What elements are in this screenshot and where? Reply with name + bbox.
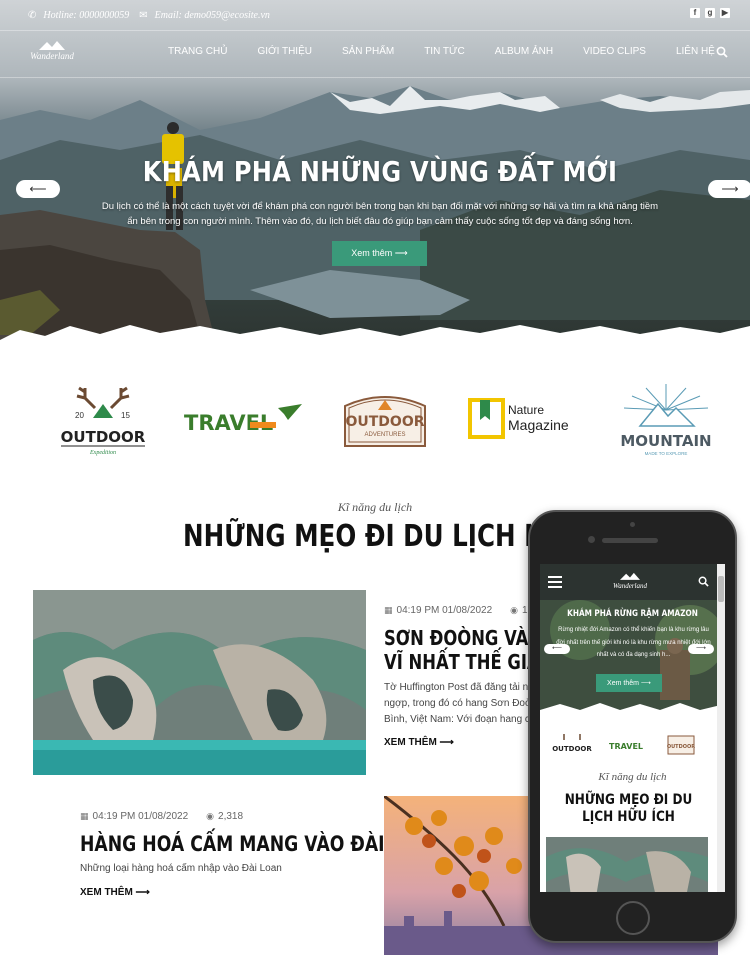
phone-home-button xyxy=(616,901,650,935)
brand-nature-text: Nature xyxy=(508,403,544,417)
brand-mountain[interactable]: MOUNTAIN MADE TO EXPLORE xyxy=(612,380,720,458)
arrow-right-icon: ⟶ xyxy=(721,182,739,196)
brand-logos: 20 15 OUTDOOR Expedition TRAVEL OUTDOOR … xyxy=(0,380,750,460)
brand-mountain-text: MOUNTAIN xyxy=(620,432,711,450)
mobile-brand-outdoor[interactable]: OUTDOOR xyxy=(552,745,592,753)
nav-news[interactable]: TIN TỨC xyxy=(424,46,465,57)
mobile-section-title: NHỮNG MẸO ĐI DU LỊCH HỮU ÍCH xyxy=(564,792,693,825)
brand-outdoor2-sub: ADVENTURES xyxy=(364,432,405,438)
brand-mountain-sub: MADE TO EXPLORE xyxy=(645,451,688,456)
hero-more-button[interactable]: Xem thêm ⟶ xyxy=(332,241,427,266)
brand-nature-magazine[interactable]: Nature Magazine xyxy=(468,380,584,458)
brand-outdoor-sub: Expedition xyxy=(89,450,116,456)
social-links: f g ▶ xyxy=(690,8,730,18)
nav-album[interactable]: ALBUM ẢNH xyxy=(495,46,553,57)
brand-outdoor-expedition[interactable]: 20 15 OUTDOOR Expedition xyxy=(55,380,151,458)
youtube-icon[interactable]: ▶ xyxy=(720,8,730,18)
brand-outdoor-text: OUTDOOR xyxy=(61,428,146,446)
eye-icon: ◉ xyxy=(510,605,519,616)
divider xyxy=(0,77,750,78)
mobile-search-icon[interactable] xyxy=(698,576,709,587)
top-bar: ✆ Hotline: 0000000059 ✉ Email: demo059@eco… xyxy=(0,0,750,30)
phone-icon: ✆ xyxy=(28,9,37,21)
arrow-left-icon: ⟵ xyxy=(551,645,563,652)
mobile-brand-travel[interactable]: TRAVEL xyxy=(609,742,643,751)
email[interactable]: ✉ Email: demo059@ecosite.vn xyxy=(139,10,270,21)
post-1-meta: ▦ 04:19 PM 01/08/2022 ◉ 1,139 xyxy=(384,605,547,616)
mobile-section-kicker: Kĩ năng du lịch xyxy=(598,771,667,783)
brand-outdoor-adventures[interactable]: OUTDOOR ADVENTURES xyxy=(342,380,428,458)
mobile-marble-cave-image xyxy=(546,837,708,892)
logo-mountain-icon xyxy=(39,41,65,50)
slider-next-button[interactable]: ⟶ xyxy=(708,180,750,198)
post-2-read-more[interactable]: XEM THÊM ⟶ xyxy=(80,887,150,898)
mail-icon: ✉ xyxy=(139,9,148,21)
hero-description: Du lịch có thể là một cách tuyệt vời để … xyxy=(101,201,659,227)
phone-sensor xyxy=(630,522,635,527)
arrow-left-icon: ⟵ xyxy=(29,182,47,196)
hero-title: KHÁM PHÁ NHỮNG VÙNG ĐẤT MỚI xyxy=(142,155,618,188)
facebook-icon[interactable]: f xyxy=(690,8,700,18)
phone-screen: Wanderland KHÁM PHÁ RỪNG RẬM AMAZON Rừng… xyxy=(540,564,725,892)
mobile-header: Wanderland xyxy=(540,564,725,600)
brand-travel[interactable]: TRAVEL xyxy=(184,380,304,458)
logo-mountain-icon xyxy=(620,572,640,580)
page: ✆ Hotline: 0000000059 ✉ Email: demo059@eco… xyxy=(0,0,750,955)
nav-home[interactable]: TRANG CHỦ xyxy=(168,46,227,57)
nav-products[interactable]: SẢN PHẨM xyxy=(342,46,394,57)
site-logo[interactable]: Wanderland xyxy=(28,40,76,66)
nav-about[interactable]: GIỚI THIỆU xyxy=(257,46,312,57)
mobile-hero-button[interactable]: Xem thêm ⟶ xyxy=(596,674,662,692)
divider xyxy=(0,30,750,31)
post-1-excerpt: Tờ Huffington Post đã đăng tải những ngợ… xyxy=(384,682,544,725)
hotline[interactable]: ✆ Hotline: 0000000059 xyxy=(28,10,129,21)
mobile-logo[interactable]: Wanderland xyxy=(608,572,652,590)
calendar-icon: ▦ xyxy=(384,605,393,616)
main-nav: TRANG CHỦ GIỚI THIỆU SẢN PHẨM TIN TỨC AL… xyxy=(168,46,745,57)
post-1-read-more[interactable]: XEM THÊM ⟶ xyxy=(384,737,454,748)
phone-speaker xyxy=(602,538,658,543)
phone-mockup: Wanderland KHÁM PHÁ RỪNG RẬM AMAZON Rừng… xyxy=(528,510,737,943)
marble-cave-image xyxy=(33,590,366,775)
mobile-brand-logos: OUTDOOR TRAVEL OUTDOOR xyxy=(552,734,695,755)
mobile-scrollbar[interactable] xyxy=(717,564,725,892)
arrow-right-icon: ⟶ xyxy=(695,645,707,652)
brand-magazine-text: Magazine xyxy=(508,417,569,433)
google-plus-icon[interactable]: g xyxy=(705,8,715,18)
nav-contact[interactable]: LIÊN HỆ xyxy=(676,46,715,57)
calendar-icon: ▦ xyxy=(80,811,89,822)
brand-outdoor2-text: OUTDOOR xyxy=(345,414,424,430)
mobile-post-image[interactable] xyxy=(546,837,708,892)
post-2-excerpt: Những loại hàng hoá cấm nhập vào Đài Loa… xyxy=(80,863,282,874)
brand-year-left: 20 xyxy=(75,411,84,420)
eye-icon: ◉ xyxy=(206,811,215,822)
brand-year-right: 15 xyxy=(121,411,130,420)
hamburger-menu-icon[interactable] xyxy=(548,576,562,588)
post-2-meta: ▦ 04:19 PM 01/08/2022 ◉ 2,318 xyxy=(80,811,244,822)
nav-video[interactable]: VIDEO CLIPS xyxy=(583,46,646,57)
mobile-slider-next[interactable]: ⟶ xyxy=(688,644,714,654)
mobile-slider-prev[interactable]: ⟵ xyxy=(544,644,570,654)
search-icon[interactable] xyxy=(716,46,728,58)
scrollbar-thumb[interactable] xyxy=(718,576,724,602)
mobile-hero-title: KHÁM PHÁ RỪNG RẬM AMAZON xyxy=(567,609,698,619)
post-1-image[interactable] xyxy=(33,590,366,775)
mobile-hero-description: Rừng nhiệt đới Amazon có thể khiến bạn l… xyxy=(556,627,711,658)
mobile-brand-outdoor2[interactable]: OUTDOOR xyxy=(667,744,695,750)
hero-banner: ✆ Hotline: 0000000059 ✉ Email: demo059@eco… xyxy=(0,0,750,355)
phone-camera xyxy=(588,536,595,543)
